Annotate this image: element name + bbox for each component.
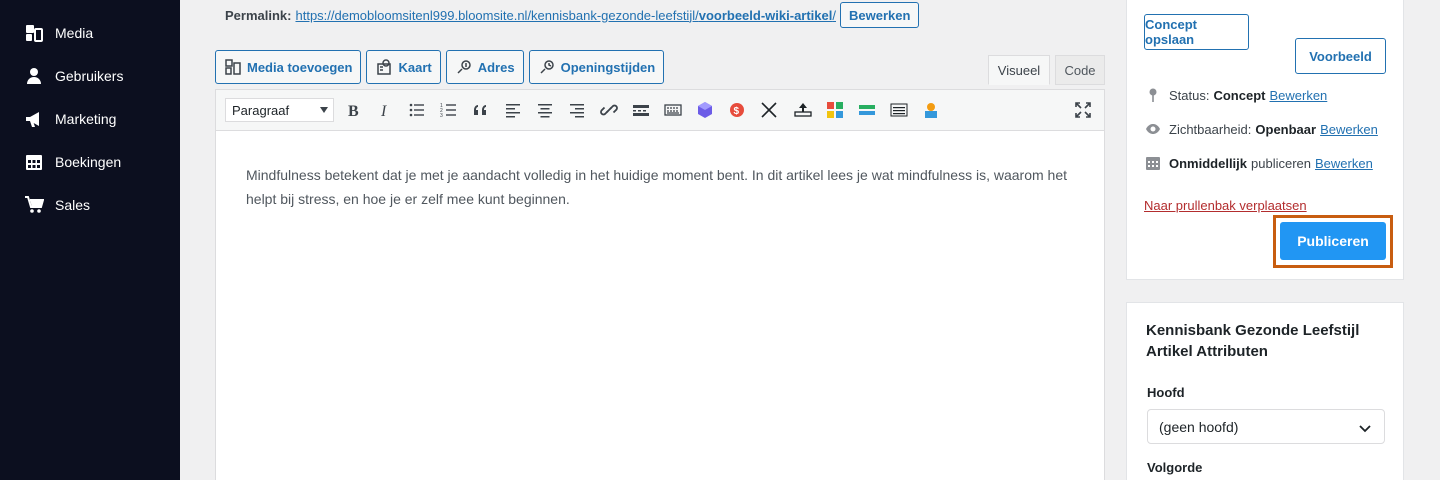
- align-right-icon[interactable]: [566, 99, 588, 121]
- preview-button[interactable]: Voorbeeld: [1295, 38, 1386, 74]
- svg-text:3: 3: [440, 113, 443, 119]
- calendar-icon: [24, 152, 44, 172]
- publish-button[interactable]: Publiceren: [1280, 222, 1386, 260]
- sidebar-item-sales[interactable]: Sales: [24, 194, 90, 216]
- visibility-row: Zichtbaarheid: Openbaar Bewerken: [1144, 120, 1378, 138]
- permalink-label: Permalink:: [225, 7, 292, 23]
- link-icon[interactable]: [598, 99, 620, 121]
- shortcode-icon[interactable]: [694, 99, 716, 121]
- svg-text:I: I: [380, 103, 387, 119]
- grid-icon[interactable]: [824, 99, 846, 121]
- save-draft-button[interactable]: Concept opslaan: [1144, 14, 1249, 50]
- tab-visual[interactable]: Visueel: [988, 55, 1050, 85]
- blockquote-icon[interactable]: [470, 99, 492, 121]
- permalink-url[interactable]: https://demobloomsitenl999.bloomsite.nl/…: [295, 8, 836, 23]
- bullet-list-icon[interactable]: [406, 99, 428, 121]
- map-button[interactable]: Kaart: [366, 50, 441, 84]
- fullscreen-icon[interactable]: [1072, 99, 1094, 121]
- read-more-icon[interactable]: [630, 99, 652, 121]
- format-select[interactable]: Paragraaf: [225, 98, 334, 122]
- parent-label: Hoofd: [1147, 385, 1185, 400]
- chevron-down-icon: [1359, 425, 1371, 433]
- permalink-edit-button[interactable]: Bewerken: [840, 2, 920, 28]
- sidebar-item-media[interactable]: Media: [24, 22, 93, 44]
- x-icon[interactable]: [758, 99, 780, 121]
- svg-text:B: B: [348, 103, 359, 119]
- chevron-down-icon: [320, 107, 328, 113]
- attributes-title: Kennisbank Gezonde Leefstijl Artikel Att…: [1146, 322, 1360, 360]
- bold-icon[interactable]: B: [342, 99, 364, 121]
- tab-code[interactable]: Code: [1055, 55, 1105, 85]
- map-icon: [375, 58, 393, 76]
- schedule-row: Onmiddellijk publiceren Bewerken: [1144, 154, 1373, 172]
- calendar-icon: [1144, 154, 1162, 172]
- status-edit-link[interactable]: Bewerken: [1269, 88, 1327, 103]
- eye-icon: [1144, 120, 1162, 138]
- editor-content[interactable]: Mindfulness betekent dat je met je aanda…: [216, 131, 1104, 243]
- media-icon: [24, 23, 44, 43]
- address-icon: [455, 58, 473, 76]
- upload-icon[interactable]: [792, 99, 814, 121]
- opening-hours-icon: [538, 58, 556, 76]
- cart-icon: [24, 195, 44, 215]
- sidebar-item-label: Gebruikers: [55, 68, 124, 84]
- media-buttons: Media toevoegen Kaart Adres Openingstijd…: [215, 50, 669, 84]
- italic-icon[interactable]: I: [374, 99, 396, 121]
- pin-icon: [1144, 86, 1162, 104]
- user-icon: [24, 66, 44, 86]
- admin-sidebar: Media Gebruikers Marketing Boekingen Sal…: [0, 0, 180, 480]
- lines-icon[interactable]: [888, 99, 910, 121]
- status-row: Status: Concept Bewerken: [1144, 86, 1327, 104]
- media-add-button[interactable]: Media toevoegen: [215, 50, 362, 84]
- order-label: Volgorde: [1147, 460, 1203, 475]
- address-button[interactable]: Adres: [445, 50, 524, 84]
- sidebar-item-label: Sales: [55, 197, 91, 213]
- sidebar-item-label: Boekingen: [55, 154, 122, 170]
- sidebar-item-gebruikers[interactable]: Gebruikers: [24, 65, 123, 87]
- toggle-bar-icon[interactable]: [856, 99, 878, 121]
- megaphone-icon: [24, 109, 44, 129]
- schedule-edit-link[interactable]: Bewerken: [1315, 156, 1373, 171]
- media-add-icon: [224, 58, 242, 76]
- move-to-trash-link[interactable]: Naar prullenbak verplaatsen: [1144, 198, 1307, 213]
- sidebar-item-marketing[interactable]: Marketing: [24, 108, 116, 130]
- align-left-icon[interactable]: [502, 99, 524, 121]
- align-center-icon[interactable]: [534, 99, 556, 121]
- opening-hours-button[interactable]: Openingstijden: [528, 50, 665, 84]
- sidebar-item-label: Marketing: [55, 111, 117, 127]
- svg-text:$: $: [734, 106, 740, 117]
- visibility-edit-link[interactable]: Bewerken: [1320, 122, 1378, 137]
- toolbar-toggle-icon[interactable]: [662, 99, 684, 121]
- post-editor: Paragraaf B I 123 $ Mindfulness betekent…: [215, 89, 1105, 480]
- person-icon[interactable]: [920, 99, 942, 121]
- dollar-icon[interactable]: $: [726, 99, 748, 121]
- sidebar-item-label: Media: [55, 25, 94, 41]
- editor-toolbar: Paragraaf B I 123 $: [216, 90, 1104, 131]
- parent-select[interactable]: (geen hoofd): [1147, 409, 1385, 444]
- numbered-list-icon[interactable]: 123: [438, 99, 460, 121]
- sidebar-item-boekingen[interactable]: Boekingen: [24, 151, 121, 173]
- permalink-bar: Permalink: https://demobloomsitenl999.bl…: [225, 2, 920, 28]
